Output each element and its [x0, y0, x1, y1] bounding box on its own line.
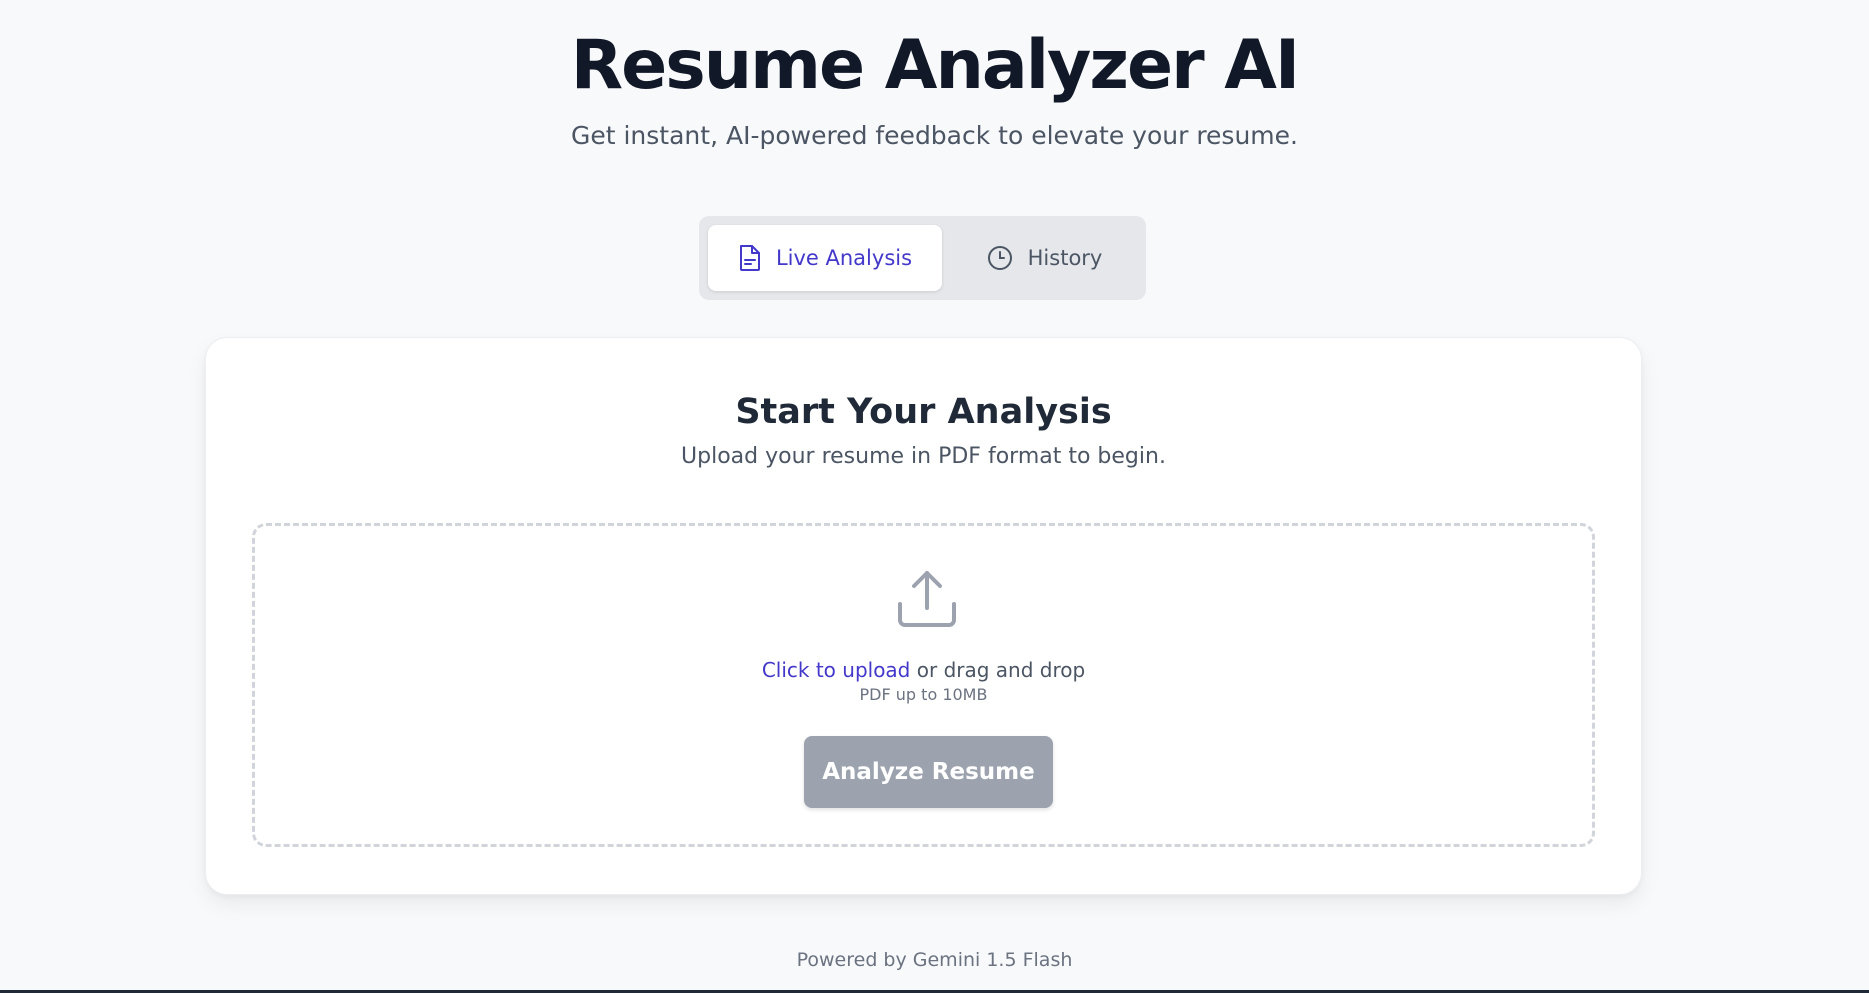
tab-history[interactable]: History — [951, 225, 1137, 291]
tab-history-label: History — [1027, 246, 1103, 270]
analysis-card: Start Your Analysis Upload your resume i… — [205, 337, 1642, 895]
page: Resume Analyzer AI Get instant, AI-power… — [0, 0, 1869, 990]
tab-live-analysis-label: Live Analysis — [775, 246, 913, 270]
footer-text: Powered by Gemini 1.5 Flash — [796, 949, 1073, 971]
analyze-resume-button[interactable]: Analyze Resume — [804, 736, 1053, 808]
app-subtitle: Get instant, AI-powered feedback to elev… — [570, 121, 1298, 150]
document-icon — [738, 244, 762, 272]
card-title: Start Your Analysis — [735, 392, 1112, 432]
app-title: Resume Analyzer AI — [570, 26, 1300, 105]
clock-icon — [986, 244, 1014, 272]
upload-icon — [896, 568, 958, 630]
tab-bar: Live Analysis History — [699, 216, 1146, 300]
tab-live-analysis[interactable]: Live Analysis — [708, 225, 942, 291]
upload-dropzone[interactable]: Click to upload or drag and drop PDF up … — [252, 523, 1595, 847]
upload-hint: PDF up to 10MB — [859, 685, 988, 704]
card-subtitle: Upload your resume in PDF format to begi… — [681, 444, 1166, 469]
drag-drop-text: or drag and drop — [910, 658, 1086, 682]
click-to-upload-link[interactable]: Click to upload — [762, 658, 911, 682]
upload-instructions: Click to upload or drag and drop — [255, 656, 1592, 684]
